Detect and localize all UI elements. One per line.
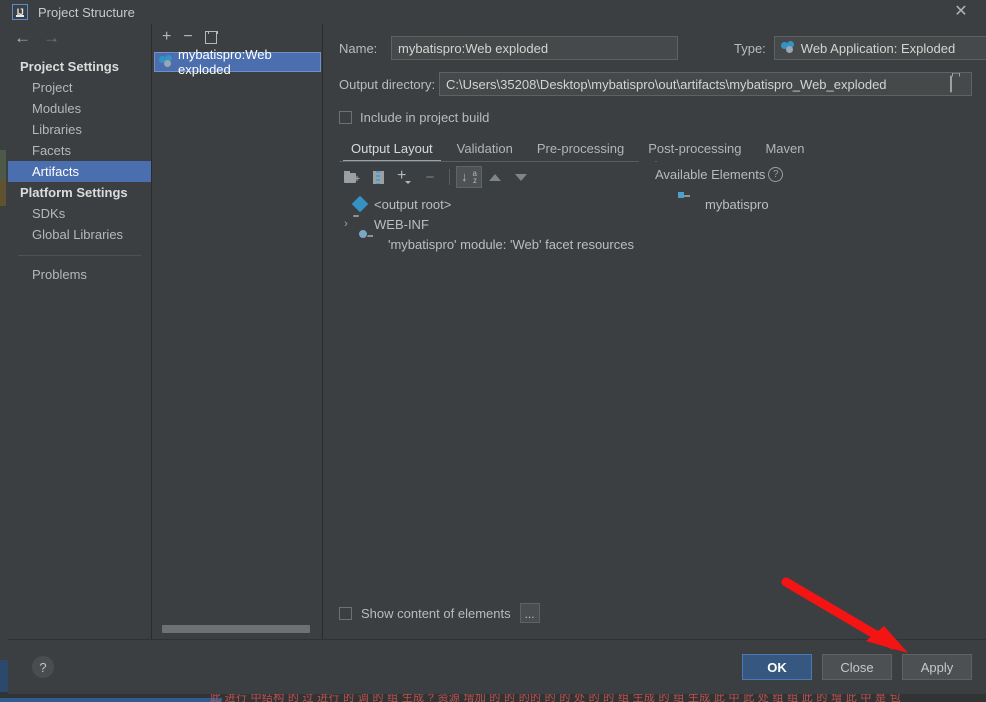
- artifact-tabs: Output Layout Validation Pre-processing …: [339, 139, 972, 162]
- forward-arrow-icon[interactable]: →: [43, 29, 60, 46]
- artifacts-horizontal-scrollbar[interactable]: [162, 625, 310, 633]
- tree-row[interactable]: mybatispro: [656, 194, 972, 214]
- show-content-of-elements-checkbox[interactable]: [339, 606, 352, 620]
- available-elements-title: Available Elements: [655, 167, 766, 182]
- tab-pre-processing[interactable]: Pre-processing: [525, 139, 636, 162]
- output-directory-input[interactable]: C:\Users\35208\Desktop\mybatispro\out\ar…: [439, 72, 972, 96]
- type-select[interactable]: Web Application: Exploded: [773, 36, 986, 60]
- artifact-type-icon: [780, 41, 795, 55]
- remove-artifact-icon[interactable]: −: [183, 29, 192, 45]
- background-accent-green: [0, 150, 6, 180]
- facet-resources-icon: [367, 237, 383, 251]
- create-archive-icon[interactable]: [365, 166, 391, 188]
- include-in-project-build-row[interactable]: Include in project build: [339, 110, 972, 125]
- output-directory-value: C:\Users\35208\Desktop\mybatispro\out\ar…: [446, 76, 887, 92]
- name-type-row: Name: mybatispro:Web exploded Type: Web …: [339, 36, 986, 60]
- tree-row[interactable]: <output root>: [339, 194, 656, 214]
- copy-artifact-icon[interactable]: [204, 30, 218, 44]
- dialog-footer: ? OK Close Apply: [8, 639, 986, 694]
- ok-button[interactable]: OK: [742, 654, 812, 680]
- name-input[interactable]: mybatispro:Web exploded: [391, 36, 678, 60]
- sidebar-nav-arrows: ← →: [8, 24, 151, 50]
- more-options-button[interactable]: ...: [519, 603, 540, 623]
- show-content-of-elements-label: Show content of elements: [361, 605, 511, 621]
- sort-alphabetically-icon[interactable]: ↓ a z: [456, 166, 482, 188]
- background-accent-olive: [0, 180, 6, 206]
- move-down-icon[interactable]: [508, 166, 534, 188]
- output-layout-toolbar: + + − ↓ a z Available Elements ?: [339, 161, 972, 190]
- dialog-title: Project Structure: [38, 4, 135, 20]
- artifacts-list-panel: + − mybatispro:Web exploded: [152, 24, 323, 639]
- list-item[interactable]: mybatispro:Web exploded: [154, 47, 321, 77]
- close-button[interactable]: Close: [822, 654, 892, 680]
- background-left-strip: [0, 0, 8, 702]
- include-in-project-build-label: Include in project build: [360, 110, 490, 125]
- available-elements-header: Available Elements ?: [655, 167, 784, 182]
- tree-row-label: <output root>: [374, 196, 452, 212]
- type-value: Web Application: Exploded: [800, 40, 956, 56]
- dialog-titlebar: IJ Project Structure ✕: [8, 0, 986, 24]
- tree-row[interactable]: › WEB-INF: [339, 214, 656, 234]
- apply-button[interactable]: Apply: [902, 654, 972, 680]
- sidebar-item-libraries[interactable]: Libraries: [8, 119, 151, 140]
- include-in-project-build-checkbox[interactable]: [339, 111, 352, 124]
- create-directory-icon[interactable]: +: [339, 166, 365, 188]
- output-directory-row: Output directory: C:\Users\35208\Desktop…: [339, 72, 972, 96]
- close-icon[interactable]: ✕: [946, 0, 976, 24]
- sidebar-group-platform-settings: Platform Settings: [20, 185, 128, 200]
- help-button[interactable]: ?: [32, 656, 54, 678]
- sidebar-item-modules[interactable]: Modules: [8, 98, 151, 119]
- sidebar-nav-list: Project Settings Project Modules Librari…: [8, 50, 151, 462]
- sidebar-group-project-settings: Project Settings: [20, 59, 119, 74]
- tab-validation[interactable]: Validation: [445, 139, 525, 162]
- sidebar-item-project[interactable]: Project: [8, 77, 151, 98]
- browse-folder-icon[interactable]: [950, 75, 966, 93]
- move-up-icon[interactable]: [482, 166, 508, 188]
- name-label: Name:: [339, 40, 378, 56]
- toolbar-top-rule: [339, 161, 639, 162]
- settings-sidebar: ← → Project Settings Project Modules Lib…: [8, 24, 152, 639]
- tree-row-label: 'mybatispro' module: 'Web' facet resourc…: [388, 236, 634, 252]
- layout-bottom-options: Show content of elements ...: [339, 603, 972, 639]
- artifacts-list: mybatispro:Web exploded: [152, 47, 322, 639]
- tab-post-processing[interactable]: Post-processing: [636, 139, 753, 162]
- artifact-editor-pane: Name: mybatispro:Web exploded Type: Web …: [323, 24, 986, 639]
- output-directory-label: Output directory:: [339, 76, 436, 92]
- module-icon: [684, 197, 700, 211]
- add-artifact-icon[interactable]: +: [162, 29, 171, 45]
- toolbar-divider: [449, 169, 450, 185]
- tab-maven[interactable]: Maven: [753, 139, 816, 162]
- project-structure-dialog: IJ Project Structure ✕ ← → Project Setti…: [8, 0, 986, 694]
- intellij-idea-logo-icon: IJ: [12, 4, 28, 20]
- tree-row-label: WEB-INF: [374, 216, 429, 232]
- add-copy-of-icon[interactable]: +: [391, 166, 417, 188]
- help-icon[interactable]: ?: [768, 167, 784, 182]
- tree-row[interactable]: 'mybatispro' module: 'Web' facet resourc…: [339, 234, 656, 254]
- type-label: Type:: [734, 40, 766, 56]
- available-top-rule: [655, 161, 657, 162]
- sidebar-item-global-libraries[interactable]: Global Libraries: [8, 224, 151, 245]
- tab-output-layout[interactable]: Output Layout: [339, 139, 445, 162]
- expand-chevron-icon[interactable]: ›: [339, 218, 353, 230]
- dialog-body: ← → Project Settings Project Modules Lib…: [8, 24, 986, 639]
- tree-row-label: mybatispro: [705, 196, 769, 212]
- layout-content-split: <output root> › WEB-INF 'mybatispro' mod…: [339, 190, 972, 603]
- artifact-icon: [159, 55, 173, 69]
- back-arrow-icon[interactable]: ←: [14, 29, 31, 46]
- sidebar-item-facets[interactable]: Facets: [8, 140, 151, 161]
- sidebar-item-artifacts[interactable]: Artifacts: [8, 161, 151, 182]
- sidebar-divider: [18, 255, 141, 256]
- output-root-icon: [351, 195, 369, 213]
- available-elements-tree: mybatispro: [656, 190, 972, 603]
- remove-element-icon[interactable]: −: [417, 166, 443, 188]
- sidebar-item-problems[interactable]: Problems: [8, 264, 151, 285]
- sidebar-item-sdks[interactable]: SDKs: [8, 203, 151, 224]
- background-progress-bar: [0, 698, 222, 702]
- artifact-label: mybatispro:Web exploded: [178, 47, 272, 77]
- output-layout-tree: <output root> › WEB-INF 'mybatispro' mod…: [339, 190, 656, 603]
